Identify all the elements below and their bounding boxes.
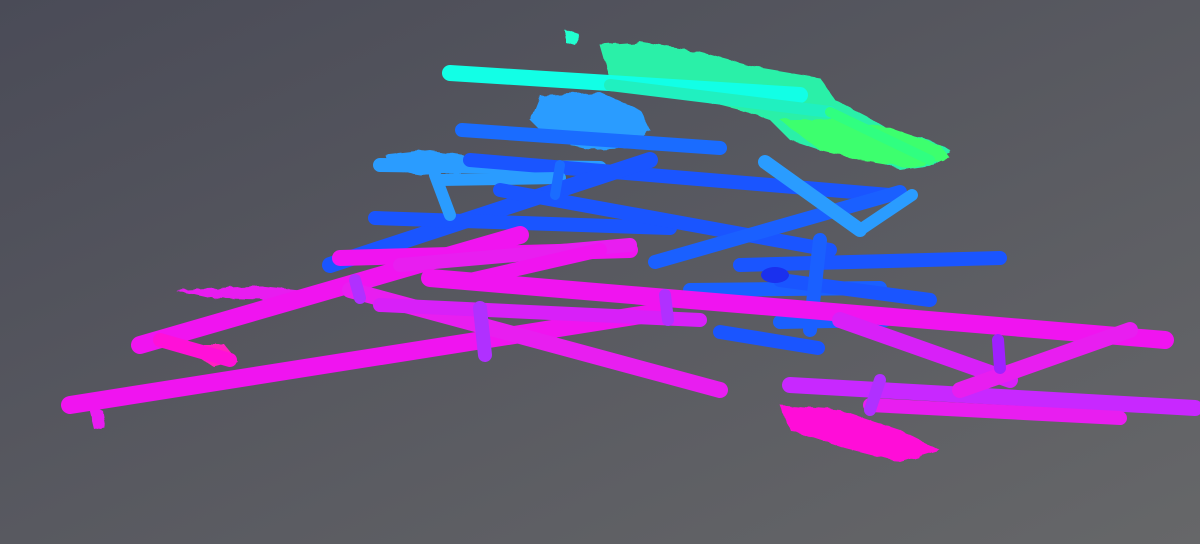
mid-tunnel-11 bbox=[733, 251, 1007, 272]
mid-tunnel-4 bbox=[434, 172, 566, 186]
low-shaft-1 bbox=[473, 301, 492, 362]
point-cloud-viewport[interactable] bbox=[0, 0, 1200, 544]
mid-junction bbox=[761, 267, 789, 283]
low-shaft-4 bbox=[349, 274, 366, 304]
low-shaft-2 bbox=[659, 289, 674, 326]
low-shaft-3 bbox=[992, 334, 1006, 374]
mid-shaft-2 bbox=[550, 160, 565, 200]
point-cloud-canvas[interactable] bbox=[0, 0, 1200, 544]
